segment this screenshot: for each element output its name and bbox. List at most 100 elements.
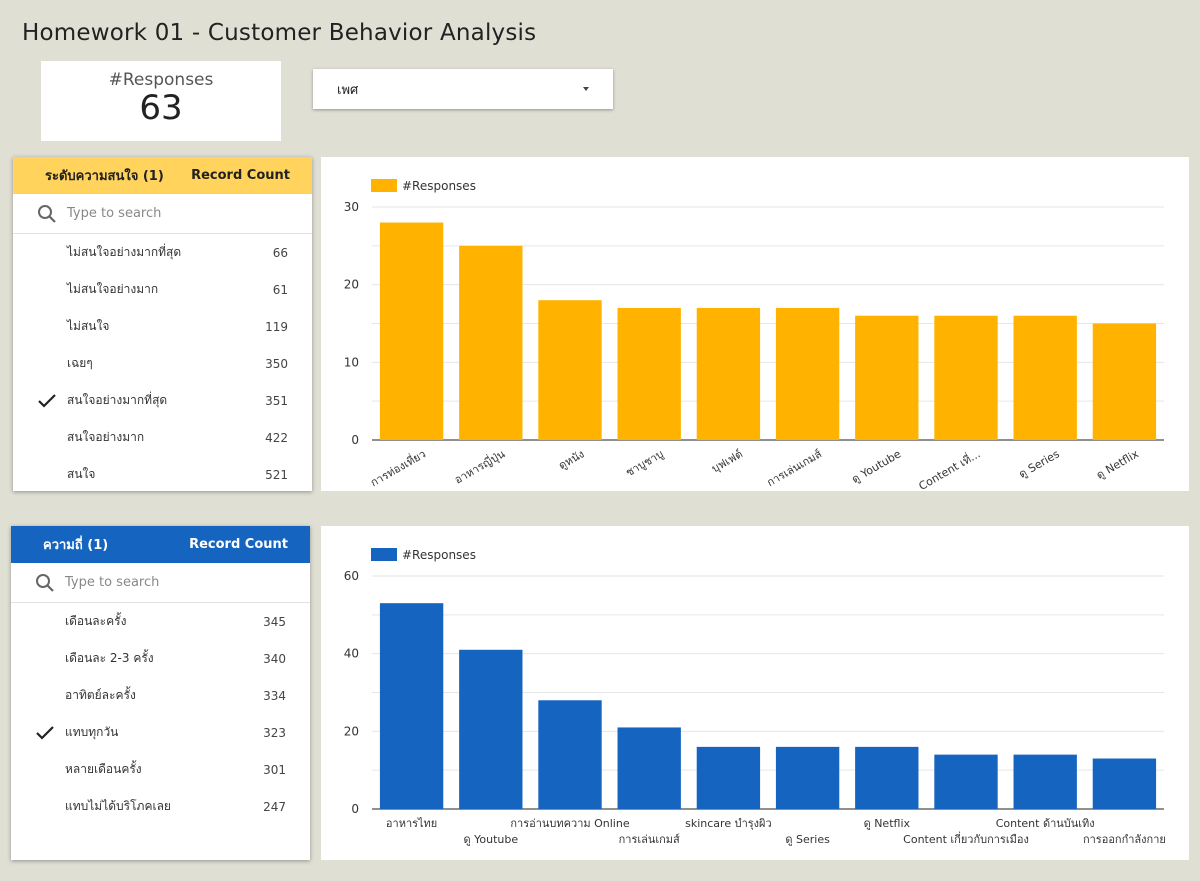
filter-option[interactable]: หลายเดือนครั้ง 301 [11, 751, 310, 788]
page-title: Homework 01 - Customer Behavior Analysis [22, 20, 537, 46]
x-tick-label: Content เที่... [915, 446, 982, 491]
interest-bar-chart: #Responses 0 10 20 30 การท่องเที่ยว อาหารญี่ปุ… [344, 179, 1164, 493]
filter-option[interactable]: ไม่สนใจอย่างมากที่สุด 66 [13, 234, 312, 271]
search-icon [38, 204, 56, 223]
filter-option-label: เดือนละ 2-3 ครั้ง [65, 651, 154, 665]
bar [775, 746, 840, 809]
filter-option-label: ไม่สนใจอย่างมาก [67, 282, 159, 296]
bar [1092, 758, 1157, 809]
filter-option[interactable]: สนใจอย่างมากที่สุด 351 [13, 382, 312, 419]
filter-option[interactable]: แทบไม่ได้บริโภคเลย 247 [11, 788, 310, 825]
x-tick-label: ชาบูชาบู [623, 447, 665, 479]
filter-option-count: 351 [265, 393, 288, 408]
x-tick-label: ดู Series [785, 833, 830, 846]
bar [617, 727, 681, 809]
filter-option-label: เดือนละครั้ง [65, 614, 127, 628]
x-tick-label: ดู Youtube [463, 833, 518, 846]
x-tick-label: skincare บำรุงผิว [685, 817, 772, 830]
filter-option-label: สนใจอย่างมากที่สุด [67, 393, 168, 407]
scorecard-label: #Responses [108, 70, 214, 90]
x-tick-label: ดู Netflix [1094, 447, 1141, 482]
filter-rows: เดือนละครั้ง 345 เดือนละ 2-3 ครั้ง 340 อาทิต… [11, 603, 310, 825]
x-tick-label: อาหารไทย [386, 817, 437, 830]
x-tick-label: อาหารญี่ปุ่น [451, 445, 507, 486]
x-tick-label: บุฟเฟต์ [709, 447, 744, 475]
checkmark-icon[interactable] [11, 725, 65, 741]
bar [855, 315, 919, 440]
filter-option[interactable]: เฉยๆ 350 [13, 345, 312, 382]
filter-option-count: 340 [263, 651, 286, 666]
bar [1013, 754, 1077, 809]
bar [459, 245, 523, 440]
x-tick-label: Content ด้านบันเทิง [996, 817, 1095, 830]
filter-option-label: ไม่สนใจอย่างมากที่สุด [67, 245, 182, 259]
chevron-down-icon [583, 87, 589, 91]
interest-level-filter: ระดับความสนใจ (1) Record Count Type to s… [13, 157, 312, 491]
legend-label: #Responses [402, 179, 476, 193]
legend-swatch [371, 179, 397, 192]
gender-dropdown[interactable]: เพศ [313, 69, 613, 109]
filter-option-count: 323 [263, 725, 286, 740]
filter-option[interactable]: แทบทุกวัน 323 [11, 714, 310, 751]
bar [855, 746, 919, 809]
filter-option[interactable]: ไม่สนใจ 119 [13, 308, 312, 345]
filter-header-label: ระดับความสนใจ (1) [45, 169, 164, 184]
x-tick-label: ดู Series [1017, 447, 1062, 481]
filter-option[interactable]: สนใจอย่างมาก 422 [13, 419, 312, 456]
filter-option-count: 119 [265, 319, 288, 334]
filter-header[interactable]: ระดับความสนใจ (1) Record Count [13, 157, 312, 194]
bar [775, 307, 840, 440]
legend-swatch [371, 548, 397, 561]
filter-search[interactable]: Type to search [13, 194, 312, 234]
filter-option-count: 422 [265, 430, 288, 445]
bar [934, 315, 998, 440]
bar [1013, 315, 1077, 440]
bar [538, 300, 602, 440]
filter-option-label: หลายเดือนครั้ง [65, 762, 142, 776]
y-tick-label: 60 [344, 569, 359, 583]
record-count-header: Record Count [191, 168, 290, 183]
x-tick-label: ดู Netflix [864, 817, 911, 830]
x-tick-label: ดูหนัง [556, 447, 586, 472]
filter-option[interactable]: สนใจ 521 [13, 456, 312, 493]
bar [379, 603, 444, 809]
filter-option[interactable]: เดือนละครั้ง 345 [11, 603, 310, 640]
dropdown-label: เพศ [337, 82, 359, 98]
bar [696, 307, 761, 440]
search-placeholder: Type to search [67, 206, 162, 221]
filter-search[interactable]: Type to search [11, 563, 310, 603]
bar [1092, 323, 1157, 440]
filter-option-count: 247 [263, 799, 286, 814]
frequency-bar-chart: #Responses 0 20 40 60 อาหารไทยดู Youtube การอ่… [344, 548, 1166, 846]
bar [696, 746, 761, 809]
filter-option[interactable]: อาทิตย์ละครั้ง 334 [11, 677, 310, 714]
x-tick-label: การท่องเที่ยว [367, 446, 428, 490]
filter-option-label: สนใจอย่างมาก [67, 430, 145, 444]
filter-option-count: 334 [263, 688, 286, 703]
y-tick-label: 40 [344, 647, 359, 661]
x-tick-label: ดู Youtube [849, 447, 903, 486]
bar [379, 222, 444, 440]
filter-option-label: ไม่สนใจ [67, 319, 110, 333]
interest-bar-chart-card: #Responses 0 10 20 30 การท่องเที่ยว อาหารญี่ปุ… [321, 157, 1189, 493]
frequency-bar-chart-card: #Responses 0 20 40 60 อาหารไทย ดู Youtube การอ่… [321, 526, 1189, 860]
scorecard-value: 63 [139, 88, 183, 128]
search-icon [36, 573, 54, 592]
x-tick-label: การเล่นเกมส์ [619, 833, 680, 846]
frequency-filter: ความถี่ (1) Record Count Type to search … [11, 526, 310, 860]
bar [459, 649, 523, 809]
bar [538, 700, 602, 809]
x-tick-label: Content เกี่ยวกับการเมือง [903, 831, 1029, 846]
filter-option[interactable]: เดือนละ 2-3 ครั้ง 340 [11, 640, 310, 677]
filter-option-label: เฉยๆ [67, 356, 93, 370]
filter-option-count: 350 [265, 356, 288, 371]
legend-label: #Responses [402, 548, 476, 562]
checkmark-icon[interactable] [13, 393, 67, 409]
filter-rows: ไม่สนใจอย่างมากที่สุด 66 ไม่สนใจอย่างมาก 61… [13, 234, 312, 493]
filter-header[interactable]: ความถี่ (1) Record Count [11, 526, 310, 563]
filter-option-count: 301 [263, 762, 286, 777]
filter-option-count: 66 [272, 245, 288, 260]
filter-option[interactable]: ไม่สนใจอย่างมาก 61 [13, 271, 312, 308]
y-tick-label: 0 [351, 802, 359, 816]
filter-header-label: ความถี่ (1) [43, 538, 109, 553]
